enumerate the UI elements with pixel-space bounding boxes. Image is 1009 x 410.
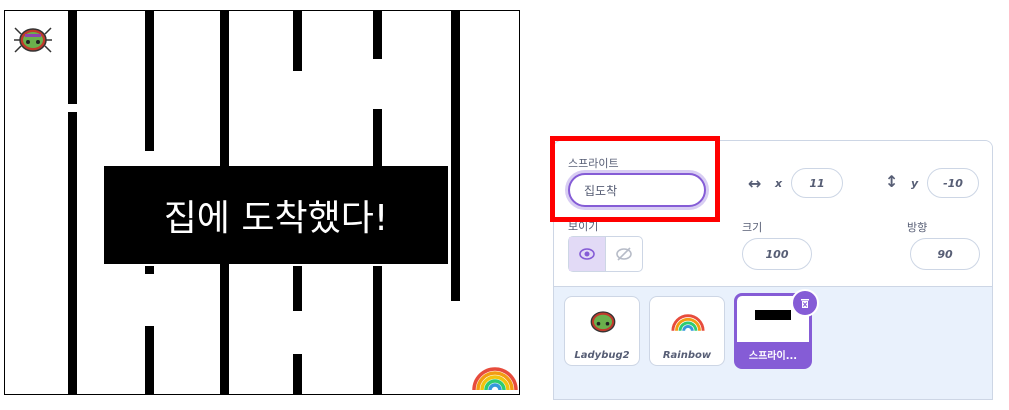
trash-icon (801, 299, 809, 308)
maze-wall (145, 326, 154, 394)
direction-label: 방향 (907, 221, 928, 234)
delete-sprite-button[interactable] (791, 289, 819, 317)
stage[interactable]: 집에 도착했다! (4, 10, 520, 395)
highlight-box (550, 136, 720, 222)
rainbow-sprite[interactable] (470, 360, 520, 390)
x-input[interactable]: 11 (791, 168, 843, 198)
ladybug-sprite[interactable] (13, 24, 53, 54)
maze-wall (68, 112, 77, 394)
sprite-tile-name: Rainbow (662, 350, 712, 361)
maze-wall (293, 266, 302, 311)
thumbnail-banner (755, 310, 791, 320)
maze-wall (451, 11, 460, 301)
maze-wall (373, 266, 382, 394)
size-input[interactable]: 100 (742, 238, 812, 270)
maze-wall (293, 11, 302, 71)
eye-slash-icon[interactable] (606, 237, 642, 271)
maze-wall (373, 11, 382, 59)
vertical-arrows-icon: ↕ (885, 172, 899, 191)
x-label: x (775, 177, 783, 190)
maze-wall (145, 266, 154, 274)
y-label: y (911, 177, 919, 190)
sprite-tile-name: 스프라이... (748, 351, 798, 362)
rainbow-icon (671, 314, 705, 331)
maze-wall (373, 109, 382, 166)
win-message: 집에 도착했다! (104, 166, 448, 264)
eye-icon[interactable] (569, 237, 606, 271)
direction-input[interactable]: 90 (910, 238, 980, 270)
y-input[interactable]: -10 (927, 168, 979, 198)
maze-wall (145, 11, 154, 151)
sprite-tile-rainbow[interactable]: Rainbow (649, 296, 725, 366)
size-label: 크기 (742, 221, 763, 234)
horizontal-arrows-icon: ↔ (748, 174, 762, 193)
show-toggle (568, 236, 643, 272)
maze-wall (68, 11, 77, 104)
sprite-tile-ladybug2[interactable]: Ladybug2 (564, 296, 640, 366)
maze-wall (293, 354, 302, 394)
ladybug-icon (590, 311, 616, 333)
sprite-tile-name: Ladybug2 (574, 350, 630, 361)
